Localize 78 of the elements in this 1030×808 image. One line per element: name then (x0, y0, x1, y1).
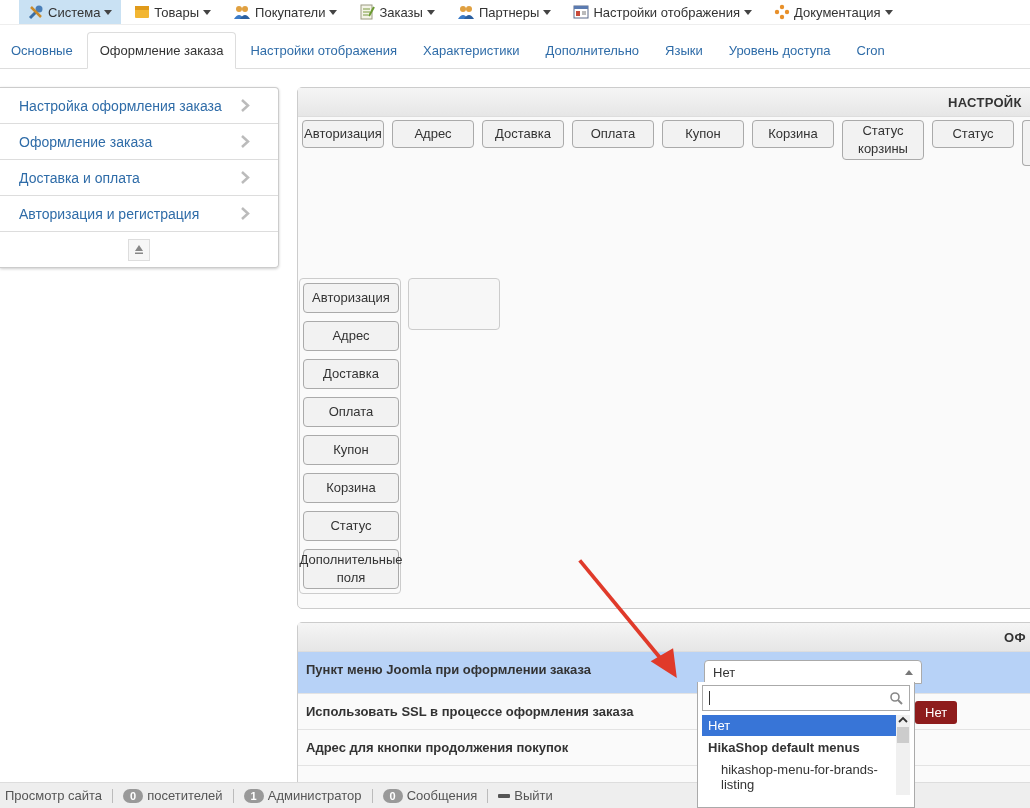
sidebar-item[interactable]: Оформление заказа (0, 124, 278, 160)
setting-label: Пункт меню Joomla при оформлении заказа (305, 662, 593, 677)
tools-icon (28, 4, 44, 20)
dropdown-option[interactable]: hikashop-menu-for-brands-listing (702, 759, 896, 795)
tab[interactable]: Cron (844, 33, 897, 68)
chevron-icon (241, 99, 250, 112)
step-button[interactable]: Оплата (303, 397, 399, 427)
menu-item[interactable]: Система (19, 0, 122, 24)
step-button[interactable]: Купон (662, 120, 744, 148)
no-button[interactable]: Нет (915, 701, 958, 724)
menu-item[interactable]: Партнеры (447, 0, 561, 24)
count-badge: 0 (123, 788, 144, 803)
sidebar-item[interactable]: Авторизация и регистрация (0, 196, 278, 232)
option-group-label: HikaShop default menus (707, 739, 861, 757)
caret-icon (426, 9, 435, 15)
menu-item[interactable]: Настройки отображения (564, 0, 762, 24)
caret-icon (543, 9, 552, 15)
menu-select[interactable]: Нет (704, 660, 922, 684)
step-button[interactable]: Статус корзины (842, 120, 924, 160)
people-icon (456, 4, 475, 20)
setting-label: Адрес для кнопки продолжения покупок (305, 740, 570, 755)
caret-icon (884, 9, 893, 15)
step-button[interactable]: Адрес (303, 321, 399, 351)
step-button[interactable]: Статус (303, 511, 399, 541)
caret-icon (329, 9, 338, 15)
step-button[interactable]: Доставка (303, 359, 399, 389)
status-item[interactable]: 0 Сообщения (382, 788, 478, 803)
status-item[interactable]: 1 Администратор (243, 788, 362, 803)
caret-icon (744, 9, 753, 15)
menu-item[interactable]: Товары (125, 0, 221, 24)
dropdown-option[interactable]: Нет (702, 715, 896, 736)
tab[interactable]: Языки (653, 33, 715, 68)
search-field[interactable] (702, 685, 910, 711)
chevron-icon (241, 135, 250, 148)
caret-icon (104, 9, 113, 15)
tab[interactable]: Уровень доступа (716, 33, 843, 68)
minus-icon (498, 793, 511, 798)
tab[interactable]: Основные (0, 33, 85, 68)
step-button[interactable]: Авторизация (302, 120, 384, 148)
chevron-icon (241, 171, 250, 184)
tab[interactable]: Оформление заказа (86, 32, 237, 69)
panel-title: ОФ (1004, 629, 1026, 645)
tab[interactable]: Характеристики (411, 33, 532, 68)
people-icon (233, 4, 252, 20)
count-badge: 1 (243, 788, 264, 803)
status-item[interactable]: Выйти (498, 788, 553, 803)
panel-title: НАСТРОЙК (948, 94, 1022, 110)
collapse-button[interactable] (128, 238, 150, 261)
menu-item[interactable]: Документация (765, 0, 902, 24)
tab[interactable]: Настройки отображения (238, 33, 410, 68)
setting-label: Использовать SSL в процессе оформления заказа (305, 704, 635, 719)
window-icon (573, 4, 590, 20)
eject-icon (134, 244, 144, 255)
menu-item[interactable]: Заказы (350, 0, 444, 24)
sidebar-item[interactable]: Настройка оформления заказа (0, 88, 278, 124)
menu-item[interactable]: Покупатели (224, 0, 347, 24)
step-button[interactable]: Адрес (392, 120, 474, 148)
dots-icon (774, 4, 791, 20)
step-button[interactable]: Оплата (572, 120, 654, 148)
step-button[interactable]: Доставка (482, 120, 564, 148)
box-icon (134, 4, 151, 20)
status-item[interactable]: 0 посетителей (123, 788, 223, 803)
caret-icon (905, 669, 913, 675)
status-item[interactable]: Просмотр сайта (5, 788, 102, 803)
search-icon (890, 691, 903, 705)
step-button[interactable]: Статус (932, 120, 1014, 148)
caret-icon (203, 9, 212, 15)
step-button[interactable]: Авторизация (303, 283, 399, 313)
tab[interactable]: Дополнительно (533, 33, 652, 68)
step-button[interactable]: Корзина (752, 120, 834, 148)
step-button[interactable]: Корзина (303, 473, 399, 503)
chevron-icon (241, 207, 250, 220)
document-icon (359, 4, 376, 20)
scroll-thumb[interactable] (897, 727, 909, 743)
count-badge: 0 (382, 788, 403, 803)
sidebar-item[interactable]: Доставка и оплата (0, 160, 278, 196)
step-button[interactable]: Купон (303, 435, 399, 465)
scrollbar[interactable] (896, 715, 910, 795)
